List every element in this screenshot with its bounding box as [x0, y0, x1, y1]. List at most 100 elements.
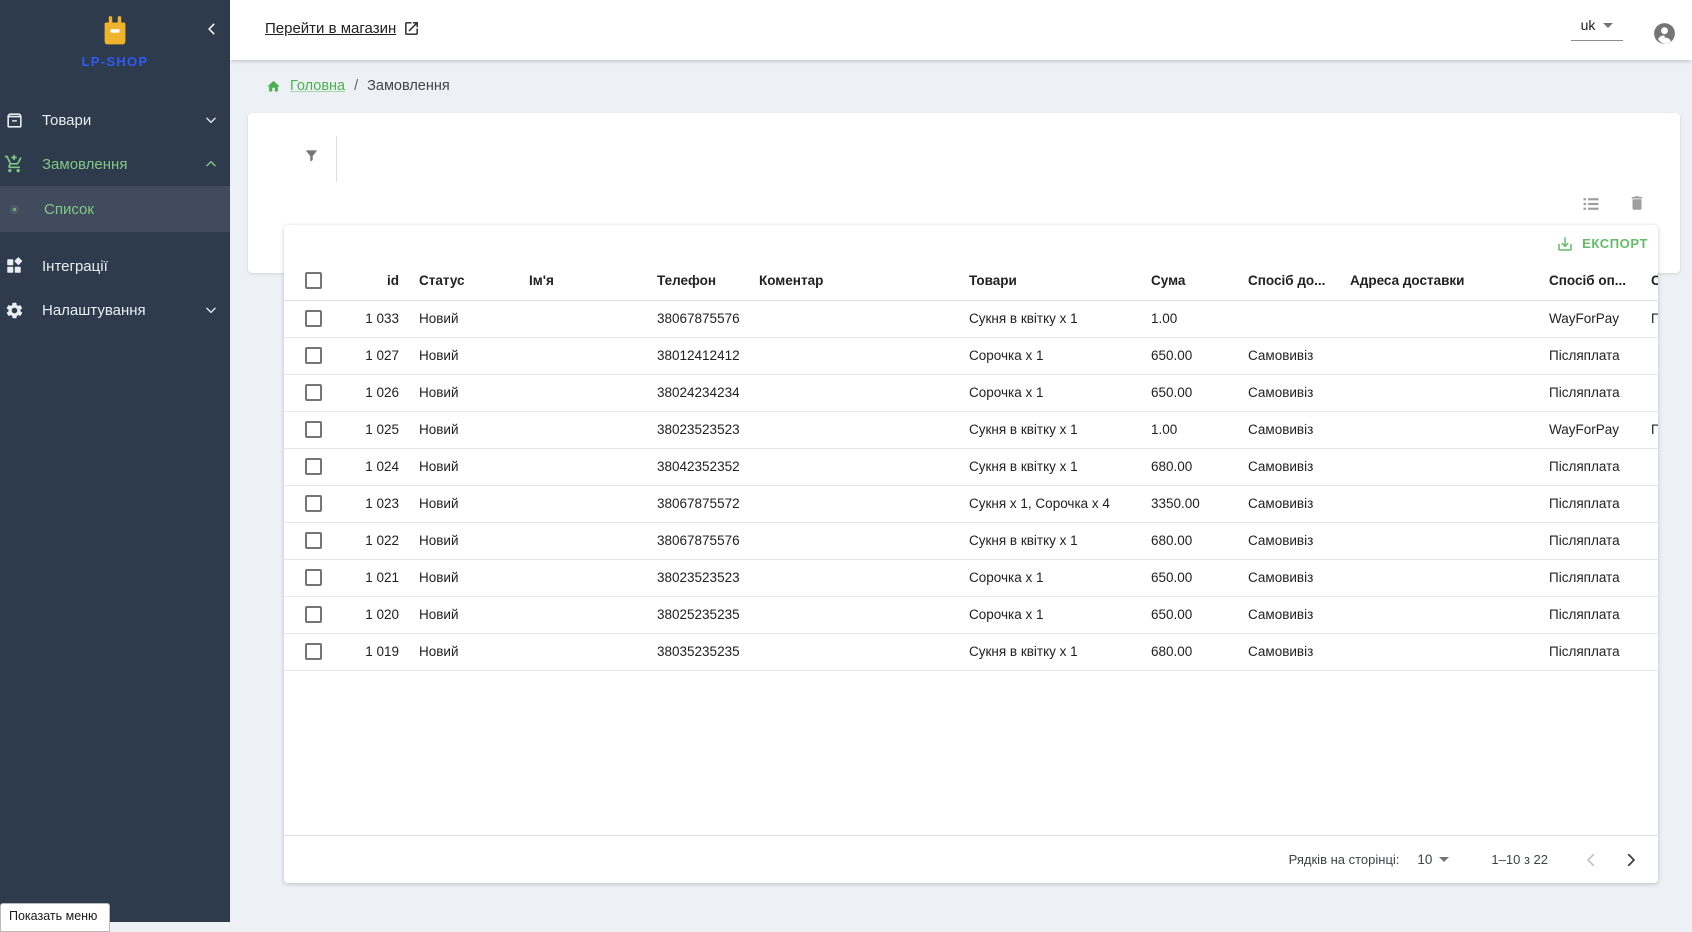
table-row[interactable]: 1 023 Новий 380678755722 Сукня x 1, Соро…: [284, 485, 1658, 522]
cell-delivery: Самовивіз: [1228, 559, 1330, 596]
column-header-payment[interactable]: Спосіб оп...: [1529, 262, 1635, 300]
cell-payment: Післяплата: [1529, 633, 1635, 670]
cell-name: [509, 448, 637, 485]
nav-spacer: [0, 232, 230, 244]
row-checkbox[interactable]: [305, 458, 322, 475]
column-header-products[interactable]: Товари: [949, 262, 1131, 300]
cell-address: [1330, 633, 1529, 670]
select-all-checkbox[interactable]: [305, 272, 322, 289]
user-avatar[interactable]: [1652, 21, 1677, 46]
table-body: 1 033 Новий 380678755765 Сукня в квітку …: [284, 300, 1658, 670]
row-checkbox[interactable]: [305, 569, 322, 586]
column-header-paystatus[interactable]: Ст: [1635, 262, 1658, 300]
row-checkbox-cell: [284, 411, 341, 448]
sidebar-item-settings[interactable]: Налаштування: [0, 288, 230, 332]
sidebar-item-orders-list[interactable]: Список: [0, 186, 230, 232]
cell-comment: [739, 337, 949, 374]
cell-payment: Післяплата: [1529, 522, 1635, 559]
cell-name: [509, 374, 637, 411]
next-page-button[interactable]: [1622, 851, 1640, 869]
cell-paystatus: [1635, 559, 1658, 596]
cell-payment: Післяплата: [1529, 374, 1635, 411]
chevron-down-icon: [204, 303, 218, 317]
list-view-icon[interactable]: [1581, 194, 1601, 219]
row-checkbox[interactable]: [305, 643, 322, 660]
column-header-sum[interactable]: Сума: [1131, 262, 1228, 300]
cell-phone: 380252352352: [637, 596, 739, 633]
export-button[interactable]: ЕКСПОРТ: [284, 225, 1658, 262]
cell-delivery: Самовивіз: [1228, 522, 1330, 559]
cell-name: [509, 411, 637, 448]
table-row[interactable]: 1 022 Новий 380678755765 Сукня в квітку …: [284, 522, 1658, 559]
table-row[interactable]: 1 021 Новий 380235235235 Сорочка x 1 650…: [284, 559, 1658, 596]
download-icon: [1556, 235, 1574, 253]
cell-id: 1 020: [341, 596, 399, 633]
table-row[interactable]: 1 026 Новий 380242342342 Сорочка x 1 650…: [284, 374, 1658, 411]
column-header-id[interactable]: id: [341, 262, 399, 300]
cell-id: 1 027: [341, 337, 399, 374]
sidebar-item-orders[interactable]: Замовлення: [0, 142, 230, 186]
column-header-name[interactable]: Ім'я: [509, 262, 637, 300]
widgets-icon: [4, 257, 24, 275]
sidebar-item-products[interactable]: Товари: [0, 98, 230, 142]
row-checkbox[interactable]: [305, 495, 322, 512]
home-icon: [266, 79, 281, 94]
go-to-store-link[interactable]: Перейти в магазин: [265, 20, 420, 37]
row-checkbox-cell: [284, 596, 341, 633]
column-header-phone[interactable]: Телефон: [637, 262, 739, 300]
row-checkbox[interactable]: [305, 606, 322, 623]
row-checkbox[interactable]: [305, 347, 322, 364]
cell-payment: Післяплата: [1529, 485, 1635, 522]
row-checkbox-cell: [284, 559, 341, 596]
column-header-delivery[interactable]: Спосіб до...: [1228, 262, 1330, 300]
breadcrumb-home-link[interactable]: Головна: [290, 78, 345, 94]
column-header-status[interactable]: Статус: [399, 262, 509, 300]
breadcrumb: Головна / Замовлення: [266, 78, 450, 94]
sidebar-collapse-button[interactable]: [200, 17, 224, 41]
logo[interactable]: LP-SHOP: [0, 0, 230, 69]
cell-id: 1 023: [341, 485, 399, 522]
breadcrumb-separator: /: [354, 78, 358, 94]
filter-funnel-icon[interactable]: [303, 146, 320, 171]
row-checkbox[interactable]: [305, 384, 322, 401]
caret-down-icon: [1603, 23, 1613, 28]
language-select[interactable]: uk: [1571, 17, 1623, 41]
select-all-cell: [284, 262, 341, 300]
previous-page-button[interactable]: [1582, 851, 1600, 869]
table-row[interactable]: 1 025 Новий 380235235235 Сукня в квітку …: [284, 411, 1658, 448]
trash-icon[interactable]: [1628, 193, 1646, 218]
table-row[interactable]: 1 019 Новий 380352352353 Сукня в квітку …: [284, 633, 1658, 670]
table-row[interactable]: 1 020 Новий 380252352352 Сорочка x 1 650…: [284, 596, 1658, 633]
cell-comment: [739, 448, 949, 485]
table-row[interactable]: 1 027 Новий 380124124124 Сорочка x 1 650…: [284, 337, 1658, 374]
cell-paystatus: [1635, 337, 1658, 374]
cell-delivery: Самовивіз: [1228, 411, 1330, 448]
column-header-address[interactable]: Адреса доставки: [1330, 262, 1529, 300]
cell-status: Новий: [399, 411, 509, 448]
cell-address: [1330, 374, 1529, 411]
row-checkbox[interactable]: [305, 532, 322, 549]
store-link-label: Перейти в магазин: [265, 20, 396, 37]
sidebar-item-integrations[interactable]: Інтеграції: [0, 244, 230, 288]
cell-phone: 380678755722: [637, 485, 739, 522]
cell-status: Новий: [399, 522, 509, 559]
table-row[interactable]: 1 033 Новий 380678755765 Сукня в квітку …: [284, 300, 1658, 337]
cell-name: [509, 522, 637, 559]
row-checkbox[interactable]: [305, 421, 322, 438]
cell-products: Сорочка x 1: [949, 596, 1131, 633]
cell-comment: [739, 485, 949, 522]
cell-address: [1330, 522, 1529, 559]
cell-paystatus: [1635, 522, 1658, 559]
cell-sum: 3350.00: [1131, 485, 1228, 522]
cell-address: [1330, 448, 1529, 485]
rows-per-page-select[interactable]: 10: [1417, 852, 1449, 867]
cell-name: [509, 596, 637, 633]
cell-sum: 680.00: [1131, 633, 1228, 670]
cell-name: [509, 633, 637, 670]
row-checkbox-cell: [284, 633, 341, 670]
cell-name: [509, 300, 637, 337]
column-header-comment[interactable]: Коментар: [739, 262, 949, 300]
table-row[interactable]: 1 024 Новий 380423523523 Сукня в квітку …: [284, 448, 1658, 485]
row-checkbox[interactable]: [305, 310, 322, 327]
cell-address: [1330, 485, 1529, 522]
